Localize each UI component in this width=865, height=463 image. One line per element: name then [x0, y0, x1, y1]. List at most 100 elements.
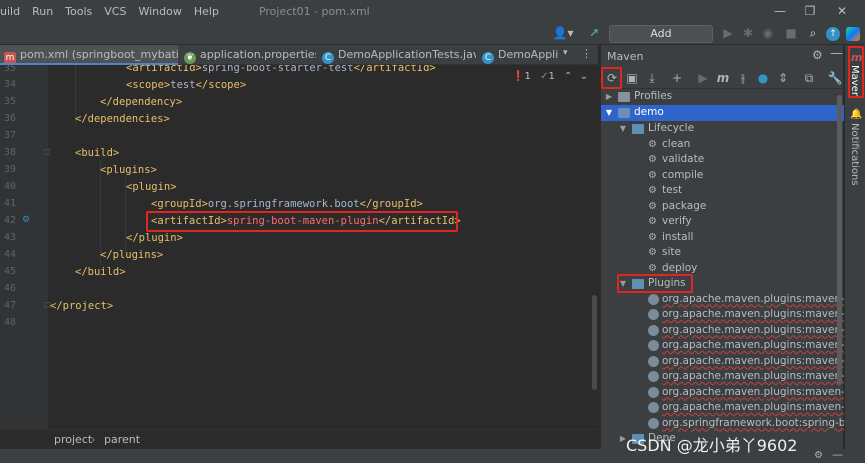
settings-gear-icon[interactable]: ⚙ [812, 48, 823, 62]
plugin-item[interactable]: org.apache.maven.plugins:maven-surefire [601, 400, 844, 416]
lifecycle-phase-package[interactable]: ⚙ package [601, 199, 844, 215]
menu-help[interactable]: Help [188, 5, 225, 18]
collapse-icon[interactable]: ⇕ [774, 69, 792, 87]
breadcrumb-item[interactable]: project [54, 433, 92, 446]
toggle-offline-icon[interactable]: ⫲ [734, 69, 752, 87]
add-folder-icon[interactable]: ▣ [623, 69, 641, 87]
annotation-highlight-box [617, 274, 693, 293]
menu-tools[interactable]: Tools [59, 5, 98, 18]
scrollbar-thumb[interactable] [592, 295, 597, 390]
code-editor[interactable]: 35 34 35 36 37 38 39 40 41 42 43 44 45 4… [0, 65, 598, 429]
chevron-right-icon[interactable]: ▶ [604, 89, 614, 105]
plugin-item[interactable]: org.apache.maven.plugins:maven-site-plu [601, 385, 844, 401]
menu-window[interactable]: Window [132, 5, 187, 18]
download-icon[interactable]: ⤓ [643, 69, 661, 87]
warning-count: 1 [548, 71, 555, 82]
run-icon[interactable]: ▶ [721, 25, 735, 42]
editor-scrollbar[interactable] [591, 65, 598, 429]
lifecycle-phase-test[interactable]: ⚙ test [601, 183, 844, 199]
tree-item-lifecycle[interactable]: ▼ Lifecycle [601, 121, 844, 137]
plugin-item[interactable]: org.apache.maven.plugins:maven-deploy- [601, 323, 844, 339]
line-number: 37 [3, 130, 16, 141]
tree-item-profiles[interactable]: ▶ Profiles [601, 89, 844, 105]
maven-project-tree[interactable]: ▶ Profiles ▼ demo ▼ Lifecycle ⚙ clean ⚙ va… [601, 89, 844, 449]
chevron-down-icon[interactable]: ▼ [604, 105, 614, 121]
java-class-icon: C [322, 52, 334, 64]
debug-icon[interactable]: ✱ [741, 25, 755, 42]
phase-label: validate [662, 153, 705, 165]
gutter-run-marker-icon[interactable]: ⚙ [22, 215, 30, 225]
build-hammer-icon[interactable]: ↗ [586, 25, 602, 42]
line-number: 35 [3, 96, 16, 107]
chevron-up-icon[interactable]: ⌃ [564, 71, 572, 82]
phase-label: clean [662, 137, 691, 150]
plugin-item[interactable]: org.apache.maven.plugins:maven-jar-plug [601, 354, 844, 370]
plugin-item[interactable]: org.apache.maven.plugins:maven-resourc [601, 369, 844, 385]
menu-vcs[interactable]: VCS [98, 5, 132, 18]
plugin-icon [648, 324, 659, 336]
analyze-dependencies-icon[interactable]: ⧉ [800, 69, 818, 87]
skip-tests-icon[interactable]: ● [754, 69, 772, 87]
coverage-icon[interactable]: ◉ [761, 25, 775, 42]
plugin-item[interactable]: org.apache.maven.plugins:maven-compile [601, 307, 844, 323]
menu-build[interactable]: uild [0, 5, 26, 18]
plugin-item[interactable]: org.apache.maven.plugins:maven-clean-plu [601, 292, 844, 308]
hide-panel-icon[interactable]: — [830, 46, 843, 61]
lifecycle-phase-verify[interactable]: ⚙ verify [601, 214, 844, 230]
tab-pom-xml[interactable]: mpom.xml (springboot_mybatis)✕ [0, 45, 178, 65]
code-line-43: </plugin> [126, 232, 183, 244]
hide-icon[interactable]: — [832, 448, 843, 461]
user-icon[interactable]: 👤▾ [552, 25, 574, 42]
chevron-down-icon[interactable]: ⌄ [580, 71, 588, 82]
more-tabs-icon[interactable]: ⋮ [581, 47, 592, 60]
notifications-tool-button[interactable]: Notifications [849, 123, 860, 186]
chevron-down-icon[interactable]: ▼ [618, 121, 628, 137]
fold-marker-icon[interactable]: ◻ [44, 147, 51, 156]
code-line-38: <build> [75, 147, 120, 159]
maven-settings-wrench-icon[interactable]: 🔧 [826, 69, 844, 87]
plugin-label: org.apache.maven.plugins:maven-site-plu [662, 385, 844, 398]
groupid-value: org.springframework.boot [207, 198, 360, 210]
plugin-item[interactable]: org.apache.maven.plugins:maven-install-p [601, 338, 844, 354]
lifecycle-phase-site[interactable]: ⚙ site [601, 245, 844, 261]
scope-open-tag: <scope> [126, 79, 171, 91]
tab-application-properties[interactable]: ❦application.properties✕ [180, 45, 316, 65]
gear-icon: ⚙ [648, 200, 657, 212]
plugin-label: org.springframework.boot:spring-boot-m [662, 416, 844, 429]
lifecycle-phase-install[interactable]: ⚙ install [601, 230, 844, 246]
phase-label: site [662, 246, 681, 258]
inspection-widget[interactable]: ❗1 ✓1 ⌃ ⌄ [512, 71, 588, 82]
breadcrumb-item[interactable]: parent [104, 433, 140, 446]
tab-label: DemoApplic [498, 48, 558, 61]
tab-list-chevron-icon[interactable]: ▾ [563, 48, 568, 58]
watermark: CSDN @龙小弟丫9602 [626, 436, 798, 455]
lifecycle-phase-clean[interactable]: ⚙ clean [601, 137, 844, 153]
gear-icon: ⚙ [648, 185, 657, 196]
line-number: 43 [3, 232, 16, 243]
annotation-highlight-box [146, 211, 458, 232]
gear-icon: ⚙ [648, 169, 657, 181]
tree-scrollbar-thumb[interactable] [837, 95, 842, 385]
update-icon[interactable]: ↑ [826, 27, 840, 41]
gear-icon: ⚙ [648, 138, 657, 150]
add-icon[interactable]: + [668, 69, 686, 87]
lifecycle-phase-validate[interactable]: ⚙ validate [601, 152, 844, 168]
scope-value: test [170, 79, 196, 91]
main-toolbar: 👤▾ ↗ Add Configuration... ▶ ✱ ◉ ■ ⌕ ↑ [0, 22, 865, 56]
line-number: 46 [3, 283, 16, 294]
execute-goal-icon[interactable]: m [714, 69, 732, 87]
search-icon[interactable]: ⌕ [805, 25, 821, 42]
settings-gear-icon[interactable]: ⚙ [814, 450, 823, 461]
plugin-item[interactable]: org.springframework.boot:spring-boot-m [601, 416, 844, 432]
lifecycle-phase-compile[interactable]: ⚙ compile [601, 168, 844, 184]
notifications-bell-icon[interactable]: 🔔 [850, 109, 862, 120]
run-maven-icon[interactable]: ▶ [694, 69, 712, 87]
tree-item-demo[interactable]: ▼ demo [601, 105, 844, 121]
tree-item-label: Lifecycle [648, 122, 695, 134]
menu-run[interactable]: Run [26, 5, 59, 18]
tab-demo-application-tests[interactable]: CDemoApplicationTests.java✕ [318, 45, 476, 65]
stop-icon[interactable]: ■ [785, 25, 797, 42]
tab-demo-application[interactable]: C DemoApplic [478, 45, 558, 65]
close-window-button[interactable]: ✕ [819, 0, 865, 22]
add-configuration-button[interactable]: Add Configuration... [609, 25, 713, 56]
